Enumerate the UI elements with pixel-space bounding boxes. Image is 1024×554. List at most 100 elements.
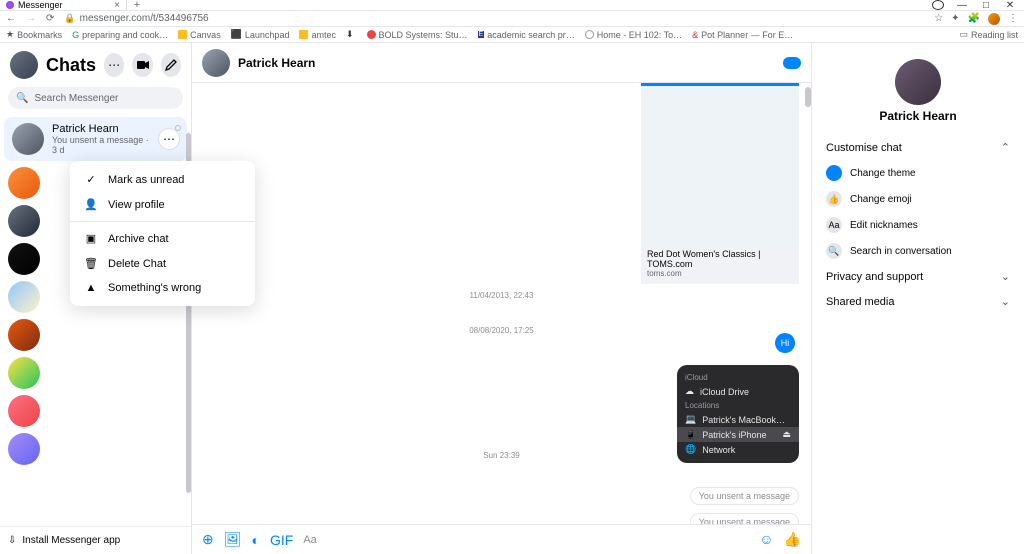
chat-header: Patrick Hearn bbox=[192, 43, 811, 83]
message-input[interactable]: Aa bbox=[303, 534, 749, 546]
conversation-item-active[interactable]: Patrick Hearn You unsent a message · 3 d… bbox=[4, 117, 187, 161]
section-privacy[interactable]: Privacy and support⌄ bbox=[824, 264, 1012, 289]
eject-icon[interactable]: ⏏ bbox=[782, 429, 791, 440]
option-change-emoji[interactable]: 👍Change emoji bbox=[824, 186, 1012, 212]
emoji-icon[interactable]: ☺ bbox=[759, 531, 773, 548]
conversation-item[interactable] bbox=[8, 205, 40, 237]
puzzle-icon[interactable]: 🧩 bbox=[968, 13, 980, 24]
chat-scrollbar[interactable] bbox=[805, 87, 811, 107]
profile-avatar[interactable] bbox=[895, 59, 941, 105]
macbook-row[interactable]: 💻Patrick's MacBook… bbox=[685, 412, 791, 427]
iphone-row[interactable]: 📱Patrick's iPhone⏏ bbox=[677, 427, 799, 442]
section-media[interactable]: Shared media⌄ bbox=[824, 289, 1012, 314]
back-button[interactable]: ← bbox=[6, 13, 16, 24]
option-edit-nicknames[interactable]: AaEdit nicknames bbox=[824, 212, 1012, 238]
chat-title[interactable]: Patrick Hearn bbox=[238, 56, 315, 70]
conversation-item[interactable] bbox=[8, 167, 40, 199]
option-search-conversation[interactable]: 🔍Search in conversation bbox=[824, 238, 1012, 264]
conversation-item[interactable] bbox=[8, 433, 40, 465]
conversation-item[interactable] bbox=[8, 281, 40, 313]
bookmark-item[interactable]: Eacademic search pr… bbox=[478, 30, 575, 40]
network-row[interactable]: 🌐Network bbox=[685, 442, 791, 457]
bookmark-item[interactable]: ★Bookmarks bbox=[6, 29, 62, 40]
profile-avatar-icon[interactable] bbox=[988, 13, 1000, 25]
my-avatar[interactable] bbox=[10, 51, 38, 79]
browser-tab[interactable]: Messenger × bbox=[0, 0, 127, 11]
chevron-down-icon: ⌄ bbox=[1001, 270, 1010, 283]
reading-list-button[interactable]: ▭Reading list bbox=[959, 29, 1018, 40]
address-bar: ← → ⟳ 🔒 messenger.com/t/534496756 ☆ ✦ 🧩 … bbox=[0, 11, 1024, 27]
locations-label: Locations bbox=[685, 399, 791, 412]
menu-archive-chat[interactable]: ▣Archive chat bbox=[70, 226, 255, 251]
conversation-item[interactable] bbox=[8, 357, 40, 389]
window-controls: — □ ✕ bbox=[932, 0, 1024, 11]
url-field[interactable]: 🔒 messenger.com/t/534496756 bbox=[64, 13, 208, 24]
menu-delete-chat[interactable]: 🗑Delete Chat bbox=[70, 251, 255, 276]
search-icon: 🔍 bbox=[826, 243, 842, 259]
conversation-item[interactable] bbox=[8, 243, 40, 275]
laptop-icon: 💻 bbox=[685, 414, 696, 425]
message-bubble[interactable]: Hi bbox=[775, 333, 795, 353]
bookmark-item[interactable]: BOLD Systems: Stu… bbox=[367, 30, 468, 40]
maximize-button[interactable]: □ bbox=[980, 0, 992, 11]
video-room-button[interactable] bbox=[132, 53, 152, 77]
attachment-card[interactable]: iCloud ☁iCloud Drive Locations 💻Patrick'… bbox=[677, 365, 799, 463]
unsent-message: You unsent a message bbox=[690, 487, 799, 505]
bookmark-item[interactable]: &Pot Planner — For E… bbox=[692, 30, 793, 40]
icloud-drive-row[interactable]: ☁iCloud Drive bbox=[685, 384, 791, 399]
bookmarks-bar: ★Bookmarks Gpreparing and cook… Canvas ⬛… bbox=[0, 27, 1024, 43]
bookmark-item[interactable]: amtec bbox=[299, 30, 336, 40]
chat-avatar[interactable] bbox=[202, 49, 230, 77]
install-icon: ⇩ bbox=[8, 535, 16, 546]
bookmark-item[interactable]: ⬛Launchpad bbox=[231, 29, 290, 40]
profile-name: Patrick Hearn bbox=[824, 109, 1012, 123]
bookmark-item[interactable]: Gpreparing and cook… bbox=[72, 30, 168, 40]
search-placeholder: Search Messenger bbox=[34, 93, 118, 104]
menu-mark-unread[interactable]: ✓Mark as unread bbox=[70, 167, 255, 192]
menu-report[interactable]: ▲Something's wrong bbox=[70, 276, 255, 300]
bookmark-item[interactable]: ⬇ bbox=[346, 29, 357, 40]
more-options-button[interactable]: ⋯ bbox=[104, 53, 124, 77]
minimize-button[interactable]: — bbox=[956, 0, 968, 11]
contact-subtext: You unsent a message · 3 d bbox=[52, 135, 151, 155]
close-tab-icon[interactable]: × bbox=[114, 0, 120, 11]
contact-avatar bbox=[12, 123, 44, 155]
conversation-item[interactable] bbox=[8, 395, 40, 427]
option-change-theme[interactable]: Change theme bbox=[824, 160, 1012, 186]
close-window-button[interactable]: ✕ bbox=[1004, 0, 1016, 11]
contact-name: Patrick Hearn bbox=[52, 123, 151, 135]
gif-icon[interactable]: GIF bbox=[270, 532, 293, 548]
link-preview-title: Red Dot Women's Classics | TOMS.com bbox=[647, 249, 793, 269]
warning-icon: ▲ bbox=[84, 282, 98, 294]
menu-icon[interactable]: ⋮ bbox=[1008, 13, 1018, 24]
browser-tab-bar: Messenger × + — □ ✕ bbox=[0, 0, 1024, 11]
conversation-item[interactable] bbox=[8, 319, 40, 351]
details-panel: Patrick Hearn Customise chat⌃ Change the… bbox=[812, 43, 1024, 554]
plus-icon[interactable]: ⊕ bbox=[202, 531, 214, 548]
account-indicator-icon[interactable] bbox=[932, 0, 944, 10]
menu-view-profile[interactable]: 👤View profile bbox=[70, 192, 255, 217]
icloud-label: iCloud bbox=[685, 371, 791, 384]
timestamp: 11/04/2013, 22:43 bbox=[204, 291, 799, 300]
reload-button[interactable]: ⟳ bbox=[46, 13, 54, 24]
install-app-button[interactable]: ⇩ Install Messenger app bbox=[0, 526, 191, 554]
star-icon[interactable]: ☆ bbox=[934, 13, 943, 24]
link-preview-domain: toms.com bbox=[647, 269, 793, 278]
link-preview-card[interactable]: Red Dot Women's Classics | TOMS.com toms… bbox=[641, 83, 799, 284]
section-customise[interactable]: Customise chat⌃ bbox=[824, 135, 1012, 160]
compose-button[interactable] bbox=[161, 53, 181, 77]
forward-button[interactable]: → bbox=[26, 13, 36, 24]
search-input[interactable]: 🔍 Search Messenger bbox=[8, 87, 183, 109]
chat-action-button[interactable] bbox=[783, 57, 801, 69]
lock-icon: 🔒 bbox=[64, 13, 75, 24]
thumbs-up-icon[interactable]: 👍 bbox=[784, 531, 801, 548]
chevron-down-icon: ⌄ bbox=[1001, 295, 1010, 308]
new-tab-button[interactable]: + bbox=[127, 0, 147, 11]
image-icon[interactable]: 🖼 bbox=[224, 531, 242, 548]
bookmark-item[interactable]: Canvas bbox=[178, 30, 221, 40]
conversation-more-button[interactable]: ⋯ bbox=[159, 129, 179, 149]
sidebar-header: Chats ⋯ bbox=[0, 43, 191, 87]
sticker-icon[interactable]: ◐ bbox=[252, 532, 260, 548]
extensions-icon[interactable]: ✦ bbox=[951, 13, 959, 24]
bookmark-item[interactable]: Home - EH 102: To… bbox=[585, 30, 682, 40]
